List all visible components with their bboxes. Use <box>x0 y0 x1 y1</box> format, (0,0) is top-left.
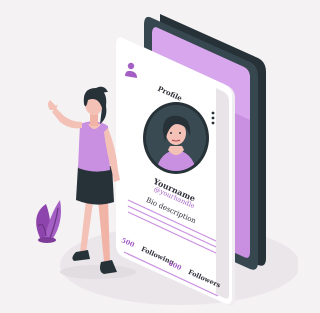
person-shadow <box>60 265 136 279</box>
more-vertical-icon <box>211 111 215 125</box>
followers-count: 600 <box>167 259 183 273</box>
illustration: Profile Yourname @yourhandle Bio descrip… <box>0 0 300 309</box>
plant-icon <box>36 200 61 243</box>
following-count: 500 <box>120 236 136 250</box>
person <box>48 86 120 274</box>
illustration-svg <box>36 14 300 306</box>
